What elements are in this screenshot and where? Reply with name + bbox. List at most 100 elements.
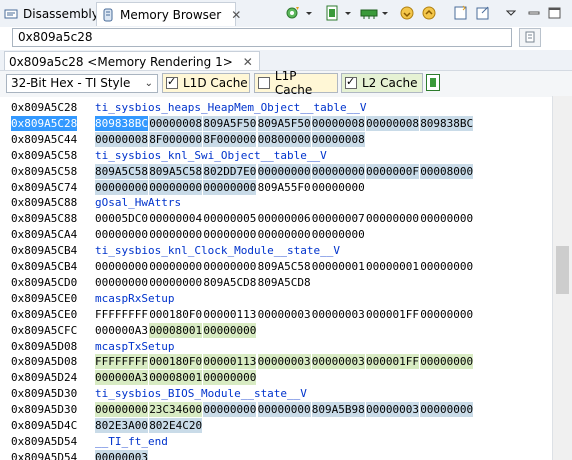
memory-word[interactable]: 809A5CD8 bbox=[258, 275, 311, 290]
memory-word[interactable]: 00000000 bbox=[420, 354, 474, 369]
memory-word[interactable]: 00000003 bbox=[311, 354, 365, 369]
symbol-row[interactable]: 0x809A5C58 ti_sysbios_knl_Swi_Object__tab… bbox=[0, 148, 552, 163]
symbol-row[interactable]: 0x809A5D54 __TI_ft_end bbox=[0, 434, 552, 449]
memory-word[interactable]: 00000008 bbox=[366, 116, 419, 131]
memory-word[interactable]: 8F000000 bbox=[203, 132, 257, 147]
memory-word[interactable]: 23C34600 bbox=[149, 402, 203, 417]
memory-row[interactable]: 0x809A5CD0 00000000 00000000 809A5CD8 809A5C… bbox=[0, 275, 552, 290]
memory-word[interactable]: 00000008 bbox=[149, 116, 203, 131]
maximize-icon[interactable] bbox=[548, 5, 562, 21]
memory-word[interactable]: 000000A3 bbox=[95, 370, 148, 385]
export-icon[interactable] bbox=[420, 5, 438, 21]
memory-word[interactable]: 00000000 bbox=[420, 211, 473, 226]
memory-row[interactable]: 0x809A5D08 FFFFFFFF 000180F0 00000113 000000… bbox=[0, 354, 552, 369]
memory-word[interactable]: FFFFFFFF bbox=[95, 354, 148, 369]
memory-word[interactable]: 00000000 bbox=[366, 211, 419, 226]
go-button[interactable] bbox=[519, 28, 541, 47]
cache-settings-icon[interactable] bbox=[426, 74, 440, 91]
memory-word[interactable]: 00000000 bbox=[203, 227, 256, 242]
vertical-scrollbar[interactable] bbox=[552, 96, 572, 460]
memory-word[interactable]: 00000000 bbox=[149, 275, 202, 290]
memory-word[interactable]: 00000000 bbox=[203, 402, 257, 417]
memory-word[interactable]: 00008001 bbox=[149, 370, 203, 385]
memory-word[interactable]: 809A5C58 bbox=[258, 259, 311, 274]
format-select[interactable]: 32-Bit Hex - TI Style ⌄ bbox=[6, 74, 158, 93]
address-input[interactable]: 0x809a5c28 bbox=[12, 28, 512, 47]
memory-word[interactable]: 00000003 bbox=[366, 402, 419, 417]
memory-row[interactable]: 0x809A5D24 000000A3 00008001 00000000 bbox=[0, 370, 552, 385]
l1d-cache-toggle[interactable]: L1D Cache bbox=[162, 73, 250, 93]
memory-word[interactable]: 00000000 bbox=[149, 227, 202, 242]
memory-word[interactable]: 00000000 bbox=[257, 164, 311, 179]
memory-row[interactable]: 0x809A5C88 00005DC0 00000004 00000005 000000… bbox=[0, 211, 552, 226]
memory-word[interactable]: 00000113 bbox=[203, 307, 256, 322]
memory-word[interactable]: 00000004 bbox=[149, 211, 202, 226]
memory-word[interactable]: 809A5C58 bbox=[95, 164, 148, 179]
chip-icon[interactable] bbox=[323, 5, 341, 21]
memory-word[interactable]: 000180F0 bbox=[149, 354, 203, 369]
memory-word[interactable]: 00000008 bbox=[311, 116, 365, 131]
chevron-down-icon[interactable] bbox=[343, 5, 353, 21]
minimize-icon[interactable] bbox=[528, 5, 540, 21]
symbol-row[interactable]: 0x809A5CB4 ti_sysbios_knl_Clock_Module__s… bbox=[0, 243, 552, 258]
symbol-row[interactable]: 0x809A5D08 mcaspTxSetup bbox=[0, 339, 552, 354]
memory-row[interactable]: 0x809A5D54 00000003 bbox=[0, 450, 552, 460]
memory-row[interactable]: 0x809A5CA4 00000000 00000000 00000000 000000… bbox=[0, 227, 552, 242]
memory-word[interactable]: 00000003 bbox=[95, 450, 148, 460]
memory-row[interactable]: 0x809A5CE0 FFFFFFFF 000180F0 00000113 000000… bbox=[0, 307, 552, 322]
memory-module-icon[interactable] bbox=[360, 5, 378, 21]
memory-word[interactable]: 00008000 bbox=[420, 164, 474, 179]
memory-word[interactable]: FFFFFFFF bbox=[95, 307, 148, 322]
memory-row[interactable]: 0x809A5D4C 802E3A00 802E4C20 bbox=[0, 418, 552, 433]
memory-rendering-view[interactable]: 0x809A5C28 ti_sysbios_heaps_HeapMem_Objec… bbox=[0, 96, 552, 460]
import-icon[interactable] bbox=[398, 5, 416, 21]
tab-memory-browser[interactable]: Memory Browser ✕ bbox=[96, 2, 241, 26]
memory-word[interactable]: 00000000 bbox=[420, 402, 474, 417]
memory-word[interactable]: 8F000000 bbox=[149, 132, 203, 147]
memory-word[interactable]: 000001FF bbox=[366, 354, 419, 369]
memory-word[interactable]: 809A5CD8 bbox=[203, 275, 256, 290]
memory-word[interactable]: 802E3A00 bbox=[95, 418, 148, 433]
memory-word[interactable]: 809A5C58 bbox=[149, 164, 203, 179]
chevron-down-icon[interactable] bbox=[380, 5, 390, 21]
memory-word[interactable]: 00000003 bbox=[258, 307, 311, 322]
memory-word[interactable]: 00000005 bbox=[203, 211, 256, 226]
memory-word[interactable]: 00000000 bbox=[258, 227, 311, 242]
memory-word[interactable]: 00000000 bbox=[420, 307, 473, 322]
memory-word[interactable]: 00000000 bbox=[149, 180, 203, 195]
l2-cache-checkbox[interactable] bbox=[345, 75, 357, 89]
memory-word[interactable]: 00005DC0 bbox=[95, 211, 148, 226]
memory-word[interactable]: 00000000 bbox=[95, 402, 148, 417]
memory-word[interactable]: 809838BC bbox=[95, 116, 148, 131]
close-tab-icon[interactable]: ✕ bbox=[231, 8, 241, 22]
symbol-row[interactable]: 0x809A5C28 ti_sysbios_heaps_HeapMem_Objec… bbox=[0, 100, 552, 115]
memory-word[interactable]: 00000006 bbox=[258, 211, 311, 226]
memory-word[interactable]: 000001FF bbox=[366, 307, 419, 322]
memory-word[interactable]: 00000000 bbox=[149, 259, 202, 274]
memory-row[interactable]: 0x809A5CFC 000000A3 00008001 00000000 bbox=[0, 323, 552, 338]
memory-row[interactable]: 0x809A5C74 00000000 00000000 00000000 809A55… bbox=[0, 180, 552, 195]
memory-word[interactable]: 00000007 bbox=[312, 211, 365, 226]
memory-word[interactable]: 802DD7E0 bbox=[203, 164, 257, 179]
memory-word[interactable]: 00000008 bbox=[311, 132, 365, 147]
memory-row[interactable]: 0x809A5D30 00000000 23C34600 00000000 000000… bbox=[0, 402, 552, 417]
memory-word[interactable]: 000180F0 bbox=[149, 307, 202, 322]
new-view-icon[interactable] bbox=[452, 5, 470, 21]
scrollbar-thumb[interactable] bbox=[556, 246, 569, 294]
pin-icon[interactable] bbox=[474, 5, 492, 21]
memory-word[interactable]: 00000000 bbox=[95, 227, 148, 242]
memory-word[interactable]: 00000003 bbox=[312, 307, 365, 322]
chevron-down-icon[interactable] bbox=[304, 5, 314, 21]
memory-word[interactable]: 00000000 bbox=[203, 259, 256, 274]
memory-word[interactable]: 00000000 bbox=[311, 164, 365, 179]
symbol-row[interactable]: 0x809A5C88 gOsal_HwAttrs bbox=[0, 195, 552, 210]
memory-word[interactable]: 00000003 bbox=[257, 354, 311, 369]
memory-word[interactable]: 00000000 bbox=[95, 275, 148, 290]
tab-memory-rendering[interactable]: 0x809a5c28 <Memory Rendering 1> ✕ bbox=[4, 51, 260, 71]
memory-row[interactable]: 0x809A5C58 809A5C58 809A5C58 802DD7E0 000000… bbox=[0, 164, 552, 179]
memory-word[interactable]: 00000000 bbox=[203, 370, 257, 385]
close-rendering-icon[interactable]: ✕ bbox=[243, 53, 253, 71]
memory-word[interactable]: 00000000 bbox=[203, 323, 257, 338]
memory-word[interactable]: 00000000 bbox=[203, 180, 257, 195]
memory-word[interactable]: 809838BC bbox=[420, 116, 474, 131]
